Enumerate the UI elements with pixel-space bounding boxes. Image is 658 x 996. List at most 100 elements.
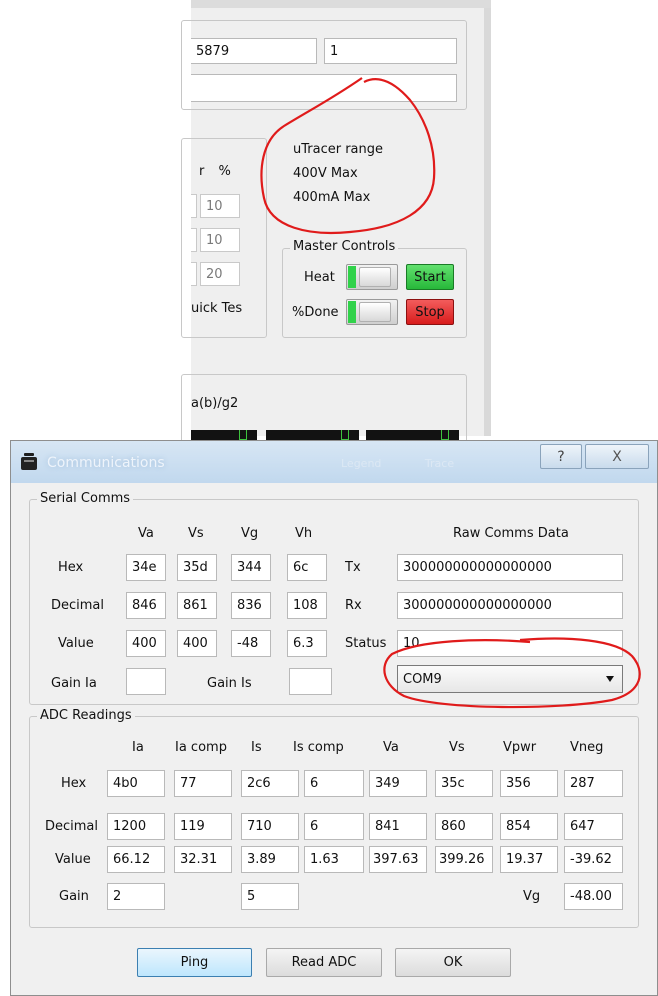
serial-vg-field[interactable]: -48	[231, 630, 271, 657]
adc-gain-label: Gain	[59, 889, 89, 904]
tx-label: Tx	[345, 560, 361, 575]
adc-is-field[interactable]: 3.89	[241, 846, 299, 873]
col-header-va: Va	[138, 526, 154, 541]
adc-header-vs: Vs	[449, 740, 465, 755]
adc-vs-field[interactable]: 860	[435, 813, 493, 840]
adc-ia-field[interactable]: 1200	[107, 813, 165, 840]
percent-field[interactable]: 10	[200, 228, 240, 252]
serial-number-field[interactable]: 5879	[191, 38, 317, 64]
adc-header-ia: Ia	[132, 740, 144, 755]
adc-ia-comp-field[interactable]: 119	[174, 813, 232, 840]
heat-label: Heat	[304, 270, 335, 285]
gain-ia-label: Gain Ia	[51, 676, 97, 691]
percent-field[interactable]: 20	[200, 262, 240, 286]
adc-ia-comp-field[interactable]: 32.31	[174, 846, 232, 873]
tube-number-field[interactable]: 1	[324, 38, 457, 64]
close-button[interactable]: X	[585, 444, 649, 469]
done-label: %Done	[292, 305, 339, 320]
adc-vpwr-field[interactable]: 356	[500, 770, 558, 797]
adc-va-field[interactable]: 841	[369, 813, 427, 840]
percent-field[interactable]: 10	[200, 194, 240, 218]
percent-header: r %	[199, 164, 231, 179]
adc-header-is: Is	[251, 740, 262, 755]
graph-panel	[191, 430, 257, 440]
read-adc-button[interactable]: Read ADC	[266, 948, 382, 977]
gain-ia-field[interactable]	[126, 668, 166, 695]
adc-va-field[interactable]: 349	[369, 770, 427, 797]
adc-gain-ia-field[interactable]: 2	[107, 883, 165, 910]
serial-vs-field[interactable]: 861	[177, 592, 217, 619]
col-header-vg: Vg	[241, 526, 259, 541]
adc-is-comp-field[interactable]: 6	[304, 770, 364, 797]
adc-is-comp-field[interactable]: 6	[304, 813, 364, 840]
annotation-circle	[260, 77, 436, 235]
window-top-edge	[191, 0, 491, 8]
start-button[interactable]: Start	[406, 264, 454, 290]
raw-comms-header: Raw Comms Data	[453, 526, 569, 541]
quick-test-label[interactable]: uick Tes	[191, 302, 242, 315]
serial-vh-field[interactable]: 108	[287, 592, 327, 619]
rx-label: Rx	[345, 598, 362, 613]
adc-header-va: Va	[383, 740, 399, 755]
adc-gain-is-field[interactable]: 5	[241, 883, 299, 910]
graph-panel	[366, 430, 459, 440]
adc-ia-field[interactable]: 4b0	[107, 770, 165, 797]
adc-vneg-field[interactable]: 647	[564, 813, 623, 840]
serial-va-field[interactable]: 400	[126, 630, 166, 657]
heat-indicator	[346, 264, 398, 290]
serial-vs-field[interactable]: 35d	[177, 554, 217, 581]
col-header-vs: Vs	[188, 526, 204, 541]
dialog-title: Communications	[47, 455, 165, 471]
tx-data-field[interactable]: 300000000000000000	[397, 554, 623, 581]
serial-row-label: Value	[58, 636, 94, 651]
rx-data-field[interactable]: 300000000000000000	[397, 592, 623, 619]
adc-header-vneg: Vneg	[570, 740, 604, 755]
adc-row-label: Value	[55, 852, 91, 867]
percent-field-left[interactable]	[191, 228, 197, 252]
col-header-vh: Vh	[295, 526, 313, 541]
adc-row-label: Decimal	[45, 819, 99, 834]
adc-ia-field[interactable]: 66.12	[107, 846, 165, 873]
serial-va-field[interactable]: 34e	[126, 554, 166, 581]
adc-vpwr-field[interactable]: 854	[500, 813, 558, 840]
adc-row-label: Hex	[61, 776, 87, 791]
adc-va-field[interactable]: 397.63	[369, 846, 427, 873]
window-right-edge	[484, 8, 491, 436]
adc-readings-title: ADC Readings	[37, 709, 135, 722]
gain-is-field[interactable]	[289, 668, 332, 695]
serial-row-label: Decimal	[51, 598, 105, 613]
adc-ia-comp-field[interactable]: 77	[174, 770, 232, 797]
adc-vs-field[interactable]: 35c	[435, 770, 493, 797]
done-indicator	[346, 299, 398, 325]
percent-field-left[interactable]	[191, 262, 197, 286]
serial-comms-title: Serial Comms	[37, 492, 134, 505]
serial-vg-field[interactable]: 344	[231, 554, 271, 581]
adc-is-field[interactable]: 2c6	[241, 770, 299, 797]
serial-row-label: Hex	[58, 560, 84, 575]
graph-label: a(b)/g2	[191, 396, 239, 411]
communications-dialog: Communications Legend Trace ? X Serial C…	[10, 440, 658, 996]
behind-titlebar-text: Legend Trace	[341, 457, 455, 470]
dialog-titlebar: Communications Legend Trace ? X	[11, 441, 657, 483]
serial-vs-field[interactable]: 400	[177, 630, 217, 657]
adc-header-ia-comp: Ia comp	[175, 740, 227, 755]
serial-va-field[interactable]: 846	[126, 592, 166, 619]
ping-button[interactable]: Ping	[137, 948, 252, 977]
adc-is-comp-field[interactable]: 1.63	[304, 846, 364, 873]
help-button[interactable]: ?	[540, 444, 582, 469]
percent-field-left[interactable]	[191, 194, 197, 218]
serial-vg-field[interactable]: 836	[231, 592, 271, 619]
adc-vs-field[interactable]: 399.26	[435, 846, 493, 873]
stop-button[interactable]: Stop	[406, 299, 454, 325]
gain-is-label: Gain Is	[207, 676, 252, 691]
adc-vg-field[interactable]: -48.00	[564, 883, 623, 910]
adc-vpwr-field[interactable]: 19.37	[500, 846, 558, 873]
graph-panel	[266, 430, 359, 440]
ok-button[interactable]: OK	[395, 948, 511, 977]
adc-vneg-field[interactable]: 287	[564, 770, 623, 797]
adc-header-is-comp: Is comp	[293, 740, 344, 755]
adc-is-field[interactable]: 710	[241, 813, 299, 840]
serial-vh-field[interactable]: 6.3	[287, 630, 327, 657]
adc-vneg-field[interactable]: -39.62	[564, 846, 623, 873]
serial-vh-field[interactable]: 6c	[287, 554, 327, 581]
